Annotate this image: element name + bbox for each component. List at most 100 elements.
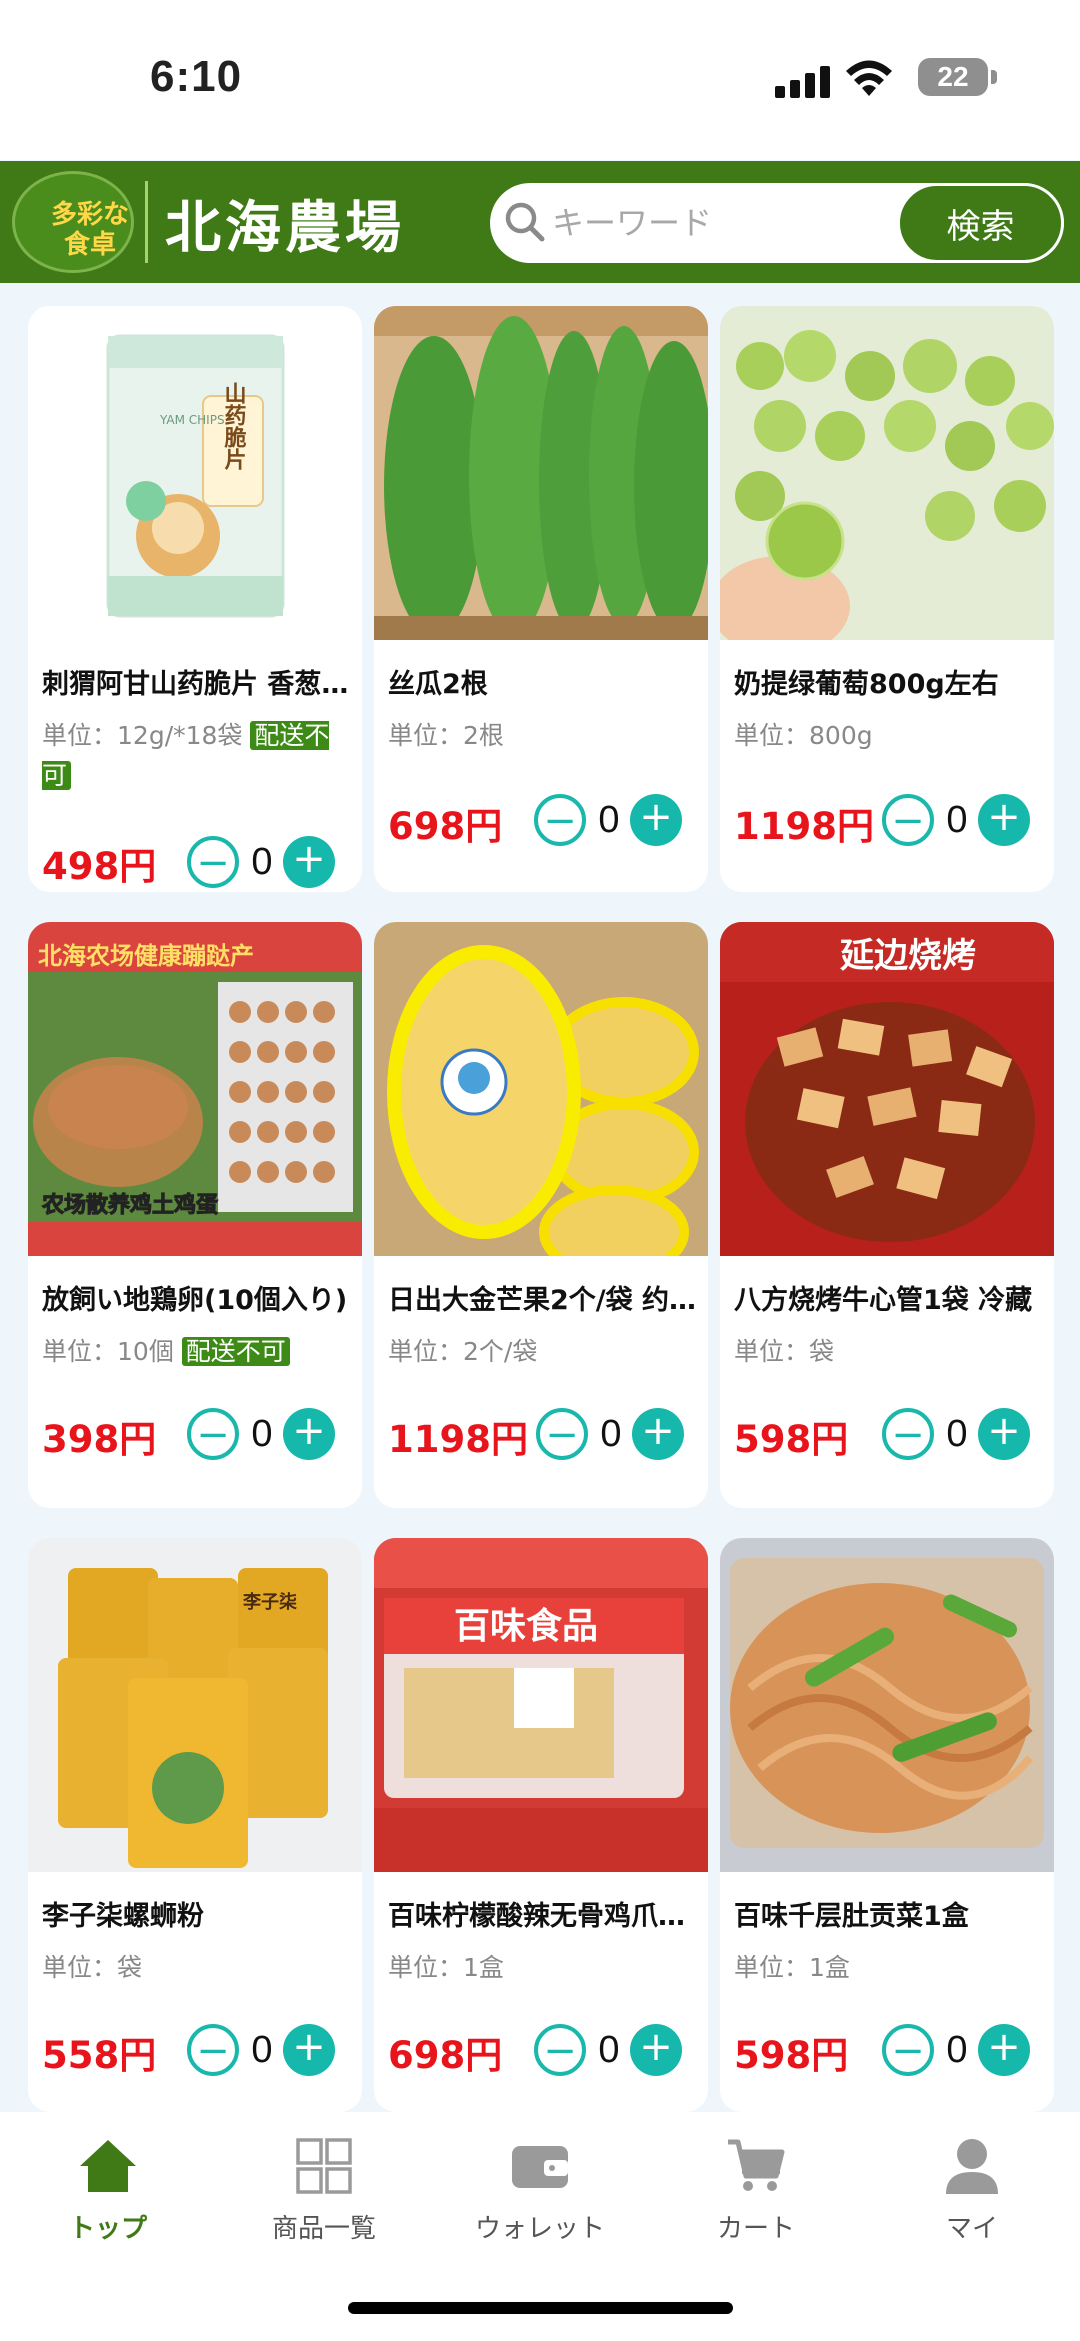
unit-value: 2个/袋 bbox=[463, 1337, 538, 1366]
decrease-button[interactable]: − bbox=[882, 1408, 934, 1460]
product-name[interactable]: 刺猬阿甘山药脆片 香葱… bbox=[42, 662, 352, 701]
increase-button[interactable]: + bbox=[632, 1408, 684, 1460]
product-unit: 単位：2个/袋 bbox=[388, 1332, 698, 1372]
logo-line2: 食卓 bbox=[63, 230, 116, 260]
product-unit: 単位：袋 bbox=[734, 1332, 1044, 1372]
increase-button[interactable]: + bbox=[283, 836, 335, 888]
product-name[interactable]: 日出大金芒果2个/袋 约… bbox=[388, 1278, 698, 1317]
product-unit: 単位：12g/*18袋 配送不可 bbox=[42, 716, 352, 796]
noodle-brand-text: 李子柒 bbox=[242, 1591, 297, 1613]
product-image-loofah[interactable] bbox=[374, 306, 708, 640]
logo: 多彩な 食卓 bbox=[12, 171, 134, 273]
product-name[interactable]: 丝瓜2根 bbox=[388, 662, 698, 701]
quantity-value: 0 bbox=[946, 2029, 968, 2071]
product-image-mango[interactable] bbox=[374, 922, 708, 1256]
unit-value: 10個 bbox=[117, 1337, 174, 1366]
wallet-icon bbox=[512, 2146, 568, 2188]
logo-line1: 多彩な bbox=[50, 200, 129, 230]
search-icon bbox=[505, 202, 545, 242]
quantity-value: 0 bbox=[946, 799, 968, 841]
decrease-button[interactable]: − bbox=[882, 2024, 934, 2076]
product-name[interactable]: 放飼い地鶏卵(10個入り) bbox=[42, 1278, 352, 1317]
decrease-button[interactable]: − bbox=[536, 1408, 588, 1460]
tab-wallet[interactable]: ウォレット bbox=[432, 2126, 648, 2256]
quantity-stepper: − 0 + bbox=[187, 1408, 337, 1462]
tab-cart[interactable]: カート bbox=[648, 2126, 864, 2256]
product-price: 498円 bbox=[42, 845, 157, 888]
tab-my-page[interactable]: マイ bbox=[864, 2126, 1080, 2256]
product-name[interactable]: 百味千层肚贡菜1盒 bbox=[734, 1894, 1044, 1933]
increase-button[interactable]: + bbox=[283, 2024, 335, 2076]
product-unit: 単位：袋 bbox=[42, 1948, 352, 1988]
unit-value: 800g bbox=[809, 721, 873, 750]
app-header: 多彩な 食卓 北海農場 検索 bbox=[0, 161, 1080, 283]
product-price: 558円 bbox=[42, 2034, 157, 2077]
product-name[interactable]: 李子柒螺蛳粉 bbox=[42, 1894, 352, 1933]
product-card[interactable]: 山药脆片 YAM CHIPS 刺猬阿甘山药脆片 香葱… 単位：12g/*18袋 … bbox=[28, 306, 362, 892]
decrease-button[interactable]: − bbox=[187, 836, 239, 888]
increase-button[interactable]: + bbox=[283, 1408, 335, 1460]
user-icon bbox=[946, 2139, 998, 2194]
wifi-icon bbox=[846, 60, 892, 96]
product-card[interactable]: 丝瓜2根 単位：2根 698円 − 0 + bbox=[374, 306, 708, 892]
unit-label: 単位： bbox=[388, 721, 464, 750]
tab-label: カート bbox=[716, 2214, 795, 2244]
increase-button[interactable]: + bbox=[978, 1408, 1030, 1460]
product-card[interactable]: 奶提绿葡萄800g左右 単位：800g 1198円 − 0 + bbox=[720, 306, 1054, 892]
product-name[interactable]: 百味柠檬酸辣无骨鸡爪1盒 bbox=[388, 1894, 698, 1933]
tab-label: トップ bbox=[68, 2214, 147, 2244]
quantity-stepper: − 0 + bbox=[882, 794, 1032, 848]
product-name[interactable]: 奶提绿葡萄800g左右 bbox=[734, 662, 1044, 701]
unit-label: 単位： bbox=[388, 1953, 464, 1982]
product-card[interactable]: 百味食品 百味柠檬酸辣无骨鸡爪1盒 単位：1盒 698円 − 0 + bbox=[374, 1538, 708, 2112]
product-name[interactable]: 八方烧烤牛心管1袋 冷藏 bbox=[734, 1278, 1044, 1317]
eggs-banner-text: 北海农场健康蹦跶产 bbox=[38, 942, 254, 970]
quantity-stepper: − 0 + bbox=[534, 794, 684, 848]
product-image-eggs[interactable]: 北海农场健康蹦跶产 农场散养鸡土鸡蛋 bbox=[28, 922, 362, 1256]
product-card[interactable]: 李子柒 李子柒螺蛳粉 単位：袋 558円 − 0 + bbox=[28, 1538, 362, 2112]
product-price: 598円 bbox=[734, 2034, 849, 2077]
tab-product-list[interactable]: 商品一覧 bbox=[216, 2126, 432, 2256]
battery-nub bbox=[991, 70, 997, 84]
decrease-button[interactable]: − bbox=[534, 2024, 586, 2076]
tab-top[interactable]: トップ bbox=[0, 2126, 216, 2256]
product-card[interactable]: 百味千层肚贡菜1盒 単位：1盒 598円 − 0 + bbox=[720, 1538, 1054, 2112]
bbq-title-text: 延边烧烤 bbox=[840, 936, 976, 976]
quantity-stepper: − 0 + bbox=[187, 2024, 337, 2078]
product-card[interactable]: 日出大金芒果2个/袋 约… 単位：2个/袋 1198円 − 0 + bbox=[374, 922, 708, 1508]
product-image-grapes[interactable] bbox=[720, 306, 1054, 640]
search-input[interactable] bbox=[552, 195, 872, 251]
unit-label: 単位： bbox=[388, 1337, 464, 1366]
decrease-button[interactable]: − bbox=[882, 794, 934, 846]
eggs-caption-text: 农场散养鸡土鸡蛋 bbox=[41, 1192, 218, 1218]
quantity-value: 0 bbox=[598, 799, 620, 841]
tab-label: マイ bbox=[945, 2214, 998, 2244]
product-card[interactable]: 延边烧烤 八方烧烤牛心管1袋 冷藏 単位：袋 598円 − 0 + bbox=[720, 922, 1054, 1508]
search-button[interactable]: 検索 bbox=[897, 183, 1064, 263]
increase-button[interactable]: + bbox=[630, 2024, 682, 2076]
unit-label: 単位： bbox=[734, 1953, 810, 1982]
unit-value: 袋 bbox=[809, 1337, 835, 1366]
increase-button[interactable]: + bbox=[630, 794, 682, 846]
search-box[interactable]: 検索 bbox=[490, 183, 1064, 263]
increase-button[interactable]: + bbox=[978, 794, 1030, 846]
product-image-noodles[interactable]: 李子柒 bbox=[28, 1538, 362, 1872]
brand-name: 北海農場 bbox=[165, 195, 405, 261]
increase-button[interactable]: + bbox=[978, 2024, 1030, 2076]
product-image-tripe[interactable] bbox=[720, 1538, 1054, 1872]
product-price: 1198円 bbox=[734, 805, 874, 848]
quantity-value: 0 bbox=[251, 2029, 273, 2071]
unit-value: 2根 bbox=[463, 721, 504, 750]
unit-label: 単位： bbox=[734, 721, 810, 750]
product-image-chicken-feet[interactable]: 百味食品 bbox=[374, 1538, 708, 1872]
home-indicator bbox=[348, 2302, 733, 2314]
product-image-yam-chips[interactable]: 山药脆片 YAM CHIPS bbox=[28, 306, 362, 640]
decrease-button[interactable]: − bbox=[187, 1408, 239, 1460]
unit-value: 1盒 bbox=[809, 1953, 850, 1982]
decrease-button[interactable]: − bbox=[534, 794, 586, 846]
unit-value: 12g/*18袋 bbox=[117, 721, 243, 750]
unit-label: 単位： bbox=[734, 1337, 810, 1366]
product-image-bbq[interactable]: 延边烧烤 bbox=[720, 922, 1054, 1256]
product-card[interactable]: 北海农场健康蹦跶产 农场散养鸡土鸡蛋 放飼い地鶏卵(10個入り) 単位：10個 … bbox=[28, 922, 362, 1508]
decrease-button[interactable]: − bbox=[187, 2024, 239, 2076]
